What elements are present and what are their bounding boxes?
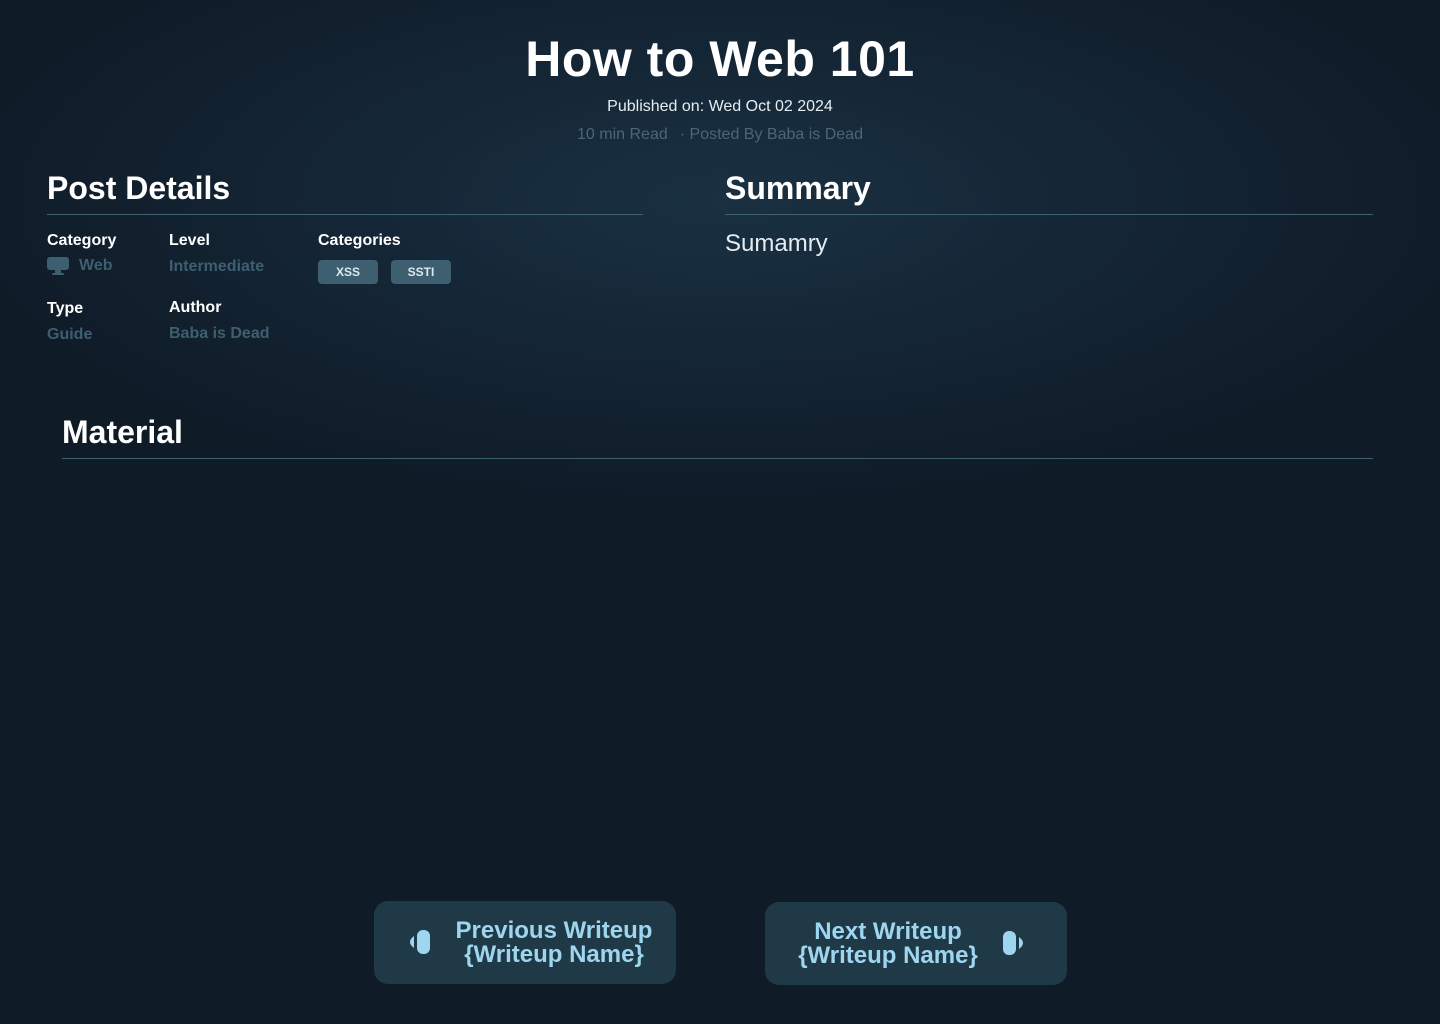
type-value: Guide — [47, 326, 93, 343]
post-details-heading: Post Details — [47, 170, 231, 206]
monitor-icon — [47, 256, 69, 275]
posted-by: · Posted By Baba is Dead — [679, 126, 863, 143]
author-value: Baba is Dead — [169, 325, 270, 342]
tag-ssti[interactable]: SSTI — [391, 260, 451, 284]
previous-writeup-label: Previous Writeup {Writeup Name} — [446, 919, 662, 967]
summary-text: Sumamry — [725, 230, 828, 257]
material-heading: Material — [62, 414, 183, 450]
author-label: Author — [169, 299, 222, 316]
arrow-left-icon — [410, 930, 430, 954]
next-writeup-name: {Writeup Name} — [798, 942, 978, 969]
arrow-right-icon — [1003, 931, 1023, 955]
material-divider — [62, 458, 1373, 459]
category-value: Web — [47, 256, 112, 276]
page-title: How to Web 101 — [525, 31, 915, 87]
summary-section: Summary Sumamry — [725, 168, 1373, 259]
read-time: 10 min Read — [577, 126, 668, 143]
tag-xss[interactable]: XSS — [318, 260, 378, 284]
category-label: Category — [47, 232, 117, 249]
material-section: Material — [62, 412, 1373, 459]
previous-writeup-button[interactable]: Previous Writeup {Writeup Name} — [374, 901, 676, 984]
summary-divider — [725, 214, 1373, 215]
post-details-section: Post Details Category Web Level Intermed… — [47, 168, 643, 365]
level-label: Level — [169, 232, 210, 249]
published-date: Published on: Wed Oct 02 2024 — [607, 98, 833, 115]
level-value: Intermediate — [169, 258, 265, 275]
next-writeup-title: Next Writeup — [814, 918, 962, 945]
summary-heading: Summary — [725, 170, 871, 206]
post-header: How to Web 101 Published on: Wed Oct 02 … — [0, 28, 1440, 146]
categories-label: Categories — [318, 232, 401, 249]
previous-writeup-title: Previous Writeup — [455, 917, 653, 944]
type-label: Type — [47, 300, 84, 317]
post-meta: 10 min Read · Posted By Baba is Dead — [0, 124, 1440, 146]
post-details-grid: Category Web Level Intermediate Categori… — [47, 215, 643, 365]
category-value-text: Web — [79, 257, 113, 274]
next-writeup-button[interactable]: Next Writeup {Writeup Name} — [765, 902, 1067, 985]
previous-writeup-name: {Writeup Name} — [464, 941, 644, 968]
next-writeup-label: Next Writeup {Writeup Name} — [785, 920, 991, 968]
